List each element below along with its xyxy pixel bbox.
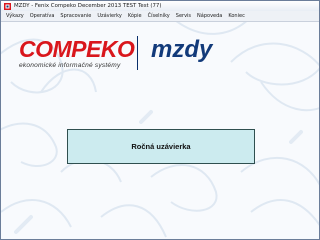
- company-tagline: ekonomické informačné systémy: [19, 62, 121, 69]
- logo-divider: [137, 36, 138, 70]
- compeko-logo: COMPEKO ekonomické informačné systémy: [19, 36, 135, 70]
- main-content: COMPEKO ekonomické informačné systémy mz…: [1, 22, 319, 239]
- menu-item-spracovanie[interactable]: Spracovanie: [57, 13, 94, 19]
- menu-item-koniec[interactable]: Koniec: [225, 13, 247, 19]
- app-window: MZDY - Fenix Compeko December 2013 TEST …: [0, 0, 320, 240]
- menu-item-servis[interactable]: Servis: [173, 13, 194, 19]
- menu-item-kopie[interactable]: Kópie: [125, 13, 145, 19]
- menu-bar: Výkazy Operatíva Spracovanie Uzávierky K…: [1, 11, 319, 22]
- rocna-uzavierka-button[interactable]: Ročná uzávierka: [67, 129, 255, 164]
- menu-item-napoveda[interactable]: Nápoveda: [194, 13, 225, 19]
- menu-item-operativa[interactable]: Operatíva: [27, 13, 58, 19]
- company-name: COMPEKO: [19, 36, 135, 62]
- module-label: Ročná uzávierka: [131, 142, 191, 151]
- menu-item-vykazy[interactable]: Výkazy: [3, 13, 27, 19]
- window-title: MZDY - Fenix Compeko December 2013 TEST …: [14, 3, 162, 9]
- product-name: mzdy: [151, 36, 213, 63]
- menu-item-uzavierky[interactable]: Uzávierky: [94, 13, 125, 19]
- menu-item-ciselniky[interactable]: Číselníky: [145, 13, 173, 19]
- app-icon[interactable]: [3, 2, 11, 10]
